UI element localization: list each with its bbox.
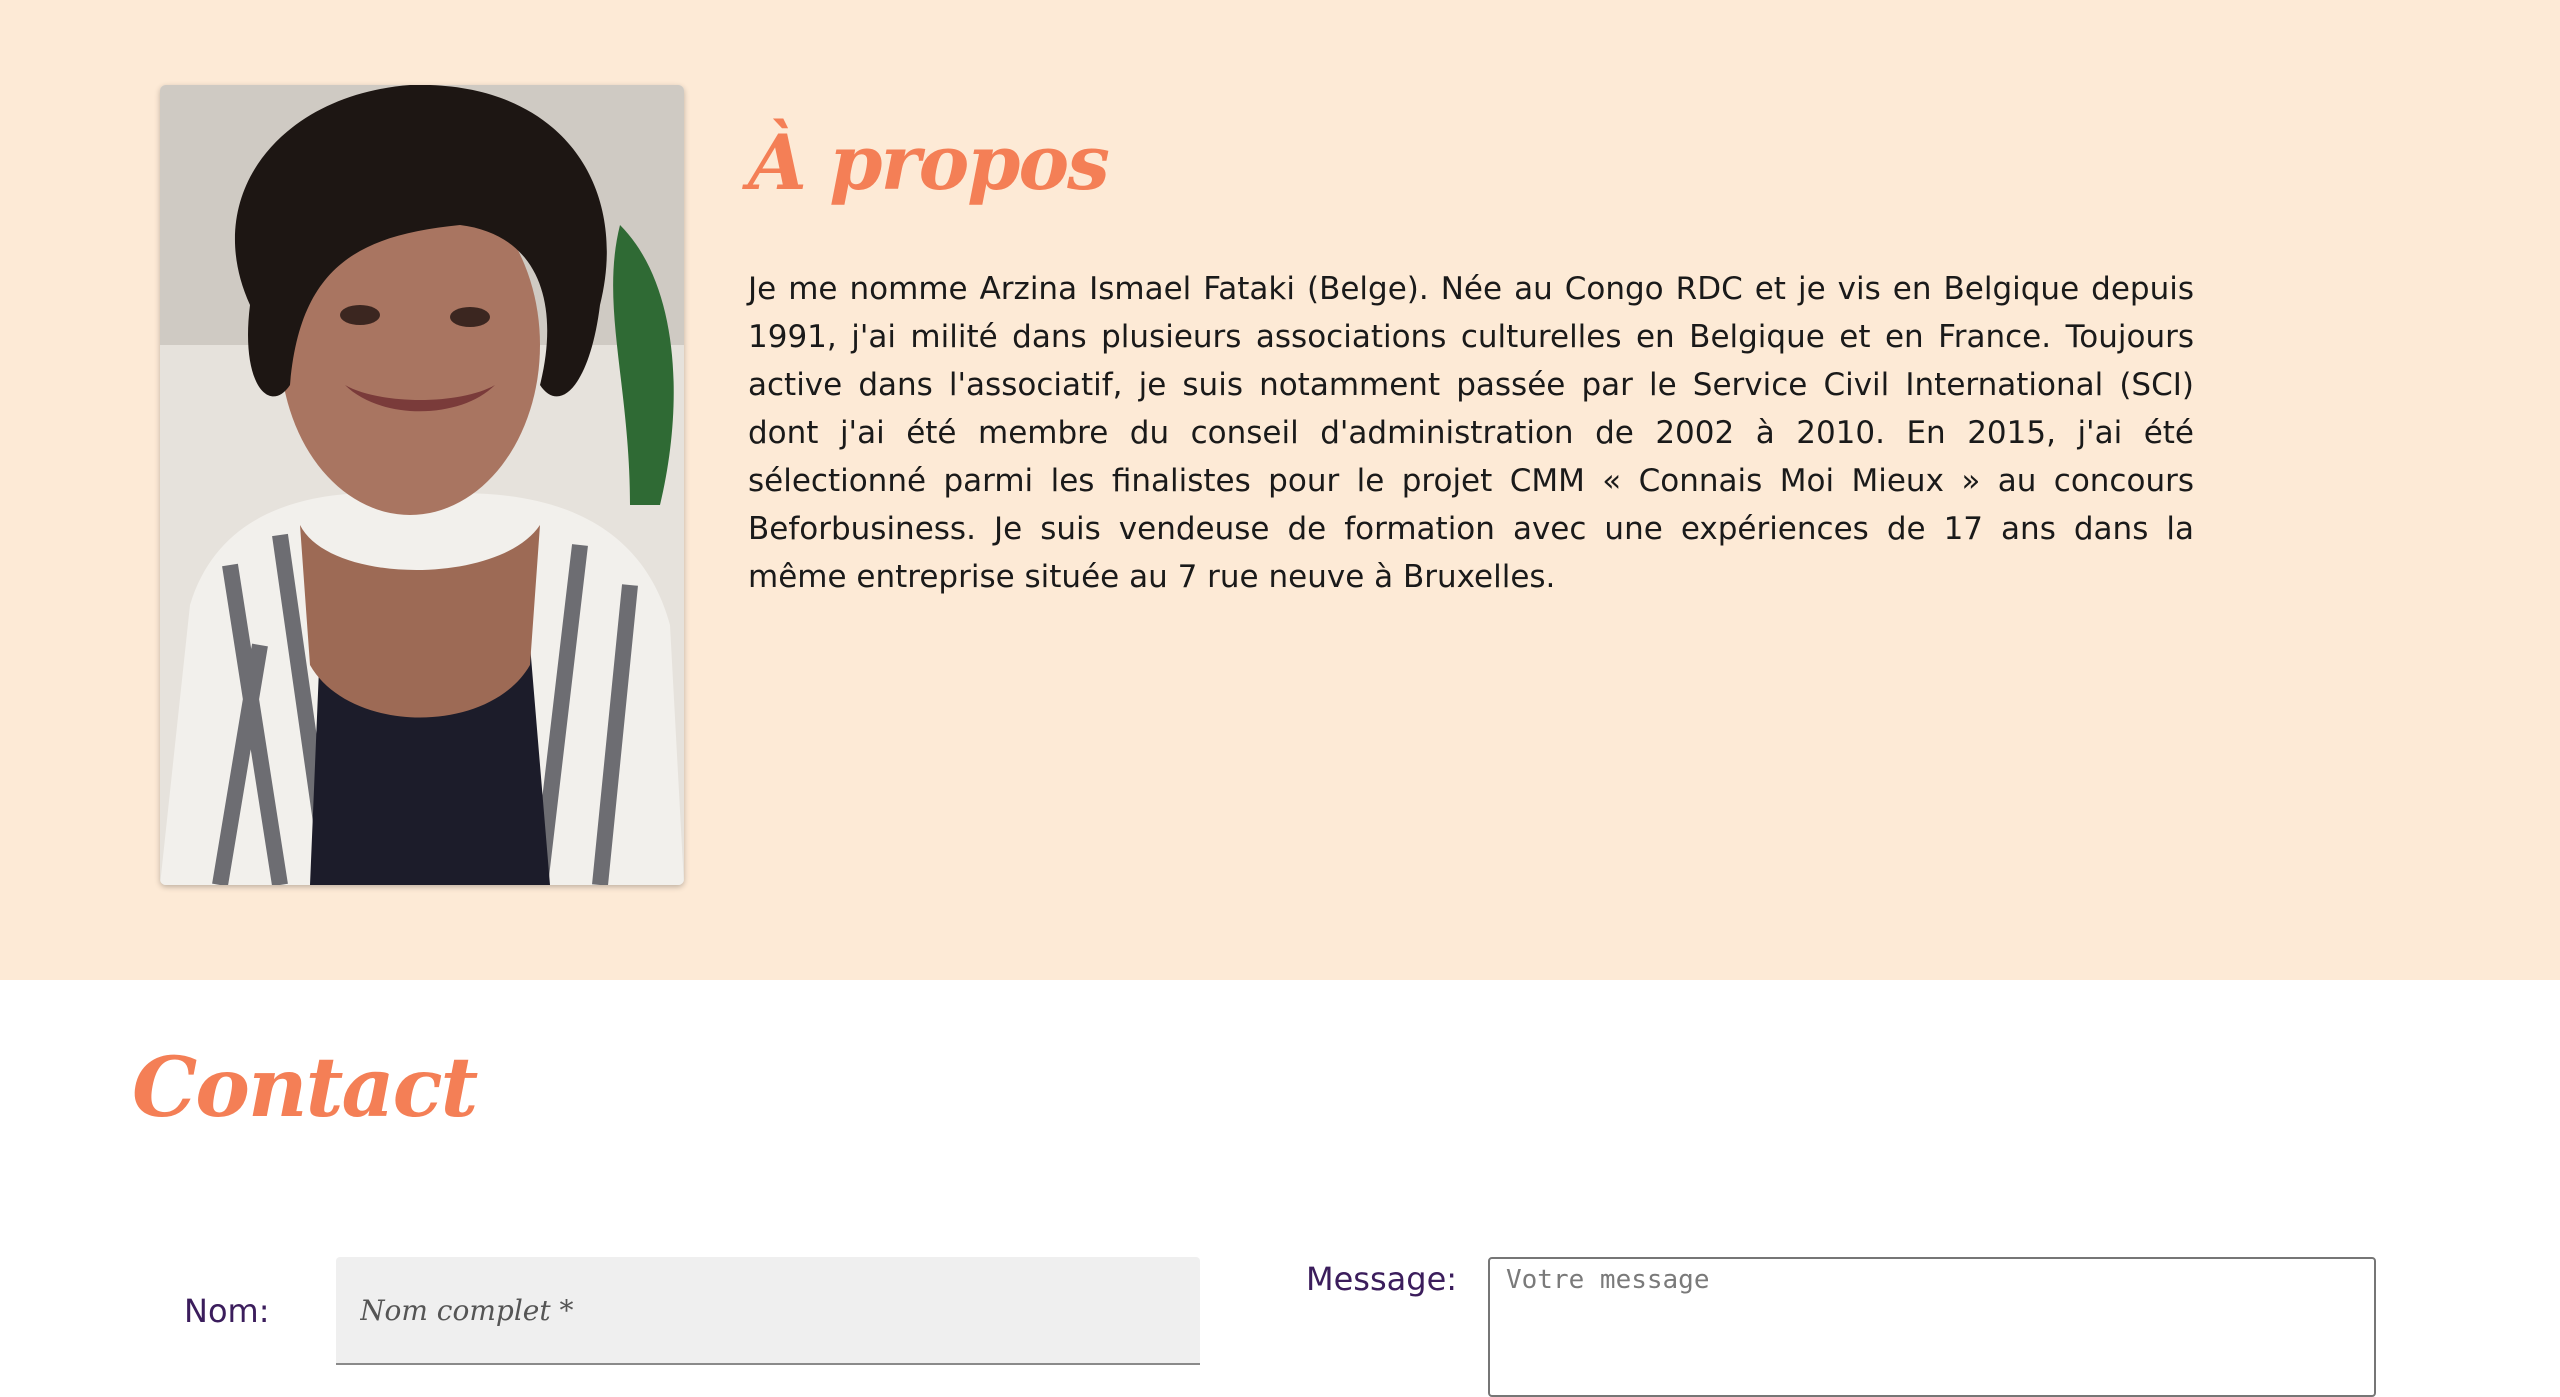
about-text: Je me nomme Arzina Ismael Fataki (Belge)… [748, 271, 2194, 595]
profile-photo-image [160, 85, 684, 885]
profile-photo [160, 85, 684, 885]
nom-input[interactable] [336, 1257, 1200, 1365]
contact-title: Contact [132, 1040, 478, 1136]
about-title: À propos [748, 118, 1110, 207]
message-label: Message: [1306, 1260, 1458, 1298]
message-textarea[interactable] [1488, 1257, 2376, 1397]
nom-label: Nom: [184, 1292, 270, 1330]
about-section: À propos Je me nomme Arzina Ismael Fatak… [0, 0, 2560, 980]
